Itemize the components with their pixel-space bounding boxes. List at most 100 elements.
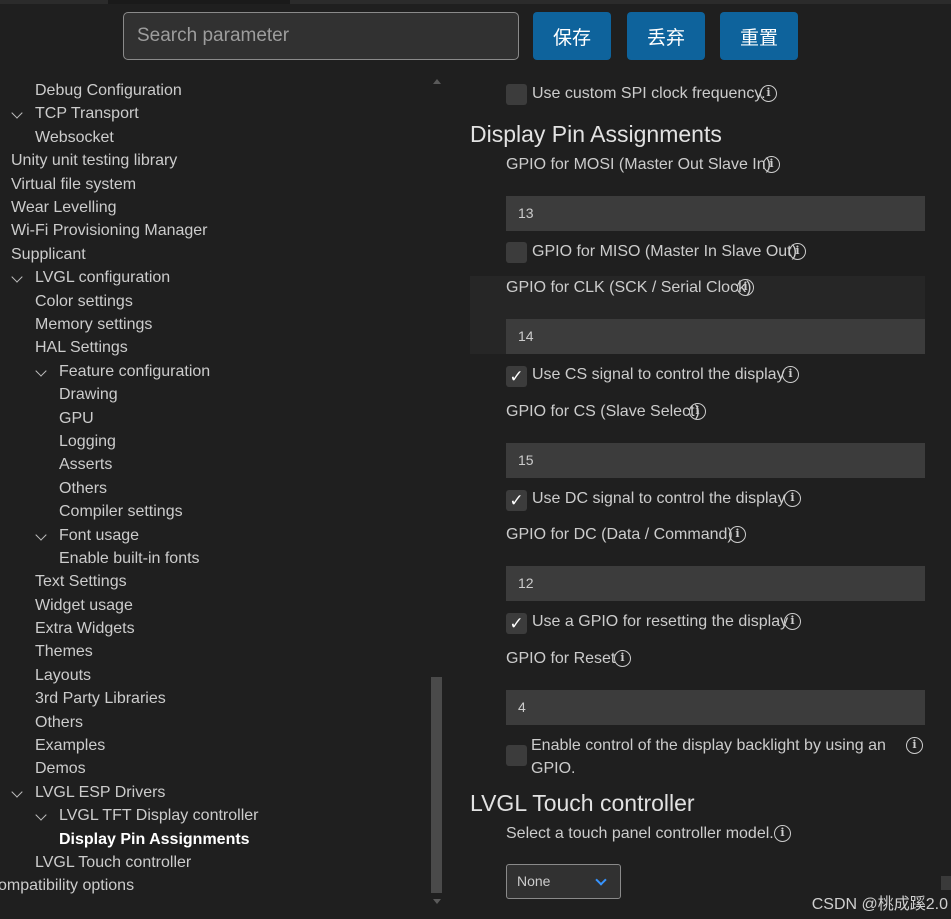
tree-item-label: Others: [59, 479, 108, 497]
tree-item-font-usage[interactable]: Font usage: [59, 524, 139, 547]
tree-item-label: Others: [35, 713, 84, 731]
mosi-field[interactable]: 13: [506, 196, 925, 231]
dc-field[interactable]: 12: [506, 566, 925, 601]
chevron-down-icon[interactable]: [35, 529, 47, 541]
tree-item-gpu[interactable]: GPU: [59, 407, 94, 430]
discard-button[interactable]: 丢弃: [627, 12, 705, 60]
tree-item-examples[interactable]: Examples: [35, 734, 105, 757]
chevron-down-icon[interactable]: [35, 365, 47, 377]
tree-item-lvgl-configuration[interactable]: LVGL configuration: [35, 266, 170, 289]
tree-item-demos[interactable]: Demos: [35, 757, 86, 780]
tree-item-unity[interactable]: Unity unit testing library: [11, 149, 177, 172]
tree-item-extra-widgets[interactable]: Extra Widgets: [35, 617, 135, 640]
tree-item-widget-usage[interactable]: Widget usage: [35, 594, 133, 617]
tree-item-themes[interactable]: Themes: [35, 640, 93, 663]
tree-item-vfs[interactable]: Virtual file system: [11, 173, 136, 196]
section-title-touch-controller: LVGL Touch controller: [470, 790, 695, 816]
scroll-down-arrow-icon[interactable]: [433, 899, 441, 904]
chevron-down-icon[interactable]: [11, 786, 23, 798]
info-icon[interactable]: i: [614, 650, 631, 667]
backlight-checkbox[interactable]: [506, 745, 527, 766]
tree-item-layouts[interactable]: Layouts: [35, 664, 91, 687]
tree-item-label: Color settings: [35, 292, 133, 310]
tree-item-hal-settings[interactable]: HAL Settings: [35, 336, 128, 359]
info-icon[interactable]: i: [689, 403, 706, 420]
tree-item-asserts[interactable]: Asserts: [59, 453, 112, 476]
tree-item-label: TCP Transport: [35, 104, 139, 122]
scroll-up-arrow-icon[interactable]: [433, 79, 441, 84]
use-reset-checkbox[interactable]: ✓: [506, 613, 527, 634]
use-dc-checkbox[interactable]: ✓: [506, 490, 527, 511]
tree-item-drawing[interactable]: Drawing: [59, 383, 118, 406]
tree-item-wifi-prov[interactable]: Wi-Fi Provisioning Manager: [11, 219, 208, 242]
top-strip: [0, 0, 951, 4]
tree-item-debug-configuration[interactable]: Debug Configuration: [35, 79, 182, 102]
use-cs-checkbox[interactable]: ✓: [506, 366, 527, 387]
tree-item-tcp-transport[interactable]: TCP Transport: [35, 102, 139, 125]
tree-item-label: Font usage: [59, 526, 140, 544]
touch-model-select[interactable]: None: [506, 864, 621, 899]
dc-label: GPIO for DC (Data / Command): [506, 526, 733, 543]
tree-item-supplicant[interactable]: Supplicant: [11, 243, 86, 266]
tree-item-compiler-settings[interactable]: Compiler settings: [59, 500, 183, 523]
tree-item-label: Compiler settings: [59, 502, 183, 520]
watermark: CSDN @桃成蹊2.0: [811, 896, 948, 913]
tree-item-websocket[interactable]: Websocket: [35, 126, 114, 149]
reset-button[interactable]: 重置: [720, 12, 798, 60]
tree-item-wear-levelling[interactable]: Wear Levelling: [11, 196, 117, 219]
info-icon[interactable]: i: [906, 737, 923, 754]
tree-item-lvgl-esp-drivers[interactable]: LVGL ESP Drivers: [35, 781, 165, 804]
chevron-down-icon[interactable]: [11, 271, 23, 283]
tree-scrollbar-thumb[interactable]: [431, 677, 442, 893]
use-dc-label: Use DC signal to control the display: [532, 490, 786, 507]
info-icon[interactable]: i: [784, 490, 801, 507]
reset-field[interactable]: 4: [506, 690, 925, 725]
tree-item-label: Feature configuration: [59, 362, 211, 380]
info-icon[interactable]: i: [763, 156, 780, 173]
chevron-down-icon: [595, 874, 607, 886]
tree-item-others-2[interactable]: Others: [35, 711, 83, 734]
tree-item-touch-controller[interactable]: LVGL Touch controller: [35, 851, 191, 874]
miso-checkbox[interactable]: [506, 242, 527, 263]
cs-field[interactable]: 15: [506, 443, 925, 478]
tree-item-label: Widget usage: [35, 596, 133, 614]
info-icon[interactable]: i: [760, 85, 777, 102]
tree-item-label: Debug Configuration: [35, 81, 182, 99]
touch-model-label: Select a touch panel controller model.: [506, 825, 774, 842]
chevron-down-icon[interactable]: [11, 107, 23, 119]
tree-item-color-settings[interactable]: Color settings: [35, 290, 133, 313]
tree-item-3rd-party[interactable]: 3rd Party Libraries: [35, 687, 166, 710]
miso-label: GPIO for MISO (Master In Slave Out): [532, 243, 797, 260]
info-icon[interactable]: i: [729, 526, 746, 543]
info-icon[interactable]: i: [784, 613, 801, 630]
tree-item-tft-display[interactable]: LVGL TFT Display controller: [59, 804, 258, 827]
tree-item-built-in-fonts[interactable]: Enable built-in fonts: [59, 547, 200, 570]
tree-item-label: LVGL configuration: [35, 268, 171, 286]
info-icon[interactable]: i: [774, 825, 791, 842]
info-icon[interactable]: i: [782, 366, 799, 383]
right-scrollbar-thumb[interactable]: [941, 876, 951, 890]
info-icon[interactable]: i: [737, 279, 754, 296]
save-button[interactable]: 保存: [533, 12, 611, 60]
tree-item-label: Unity unit testing library: [11, 151, 178, 169]
clk-label: GPIO for CLK (SCK / Serial Clock): [506, 279, 752, 296]
tree-item-label: LVGL TFT Display controller: [59, 806, 259, 824]
tree-item-logging[interactable]: Logging: [59, 430, 116, 453]
tree-item-compatibility-options[interactable]: ompatibility options: [0, 874, 134, 897]
tree-item-label: Demos: [35, 759, 86, 777]
search-input[interactable]: [123, 12, 519, 60]
tree-item-label: Extra Widgets: [35, 619, 135, 637]
chevron-down-icon[interactable]: [35, 809, 47, 821]
section-title-display-pin: Display Pin Assignments: [470, 121, 722, 147]
clk-field[interactable]: 14: [506, 319, 925, 354]
info-icon[interactable]: i: [789, 243, 806, 260]
tree-item-label: HAL Settings: [35, 338, 128, 356]
tree-item-memory-settings[interactable]: Memory settings: [35, 313, 152, 336]
tree-item-text-settings[interactable]: Text Settings: [35, 570, 127, 593]
custom-spi-clock-checkbox[interactable]: [506, 84, 527, 105]
tree-item-feature-configuration[interactable]: Feature configuration: [59, 360, 210, 383]
tree-item-display-pin-assignments[interactable]: Display Pin Assignments: [59, 828, 250, 851]
tree-item-others[interactable]: Others: [59, 477, 107, 500]
mosi-label: GPIO for MOSI (Master Out Slave In): [506, 156, 771, 173]
tab-strip-segment: [290, 0, 951, 4]
